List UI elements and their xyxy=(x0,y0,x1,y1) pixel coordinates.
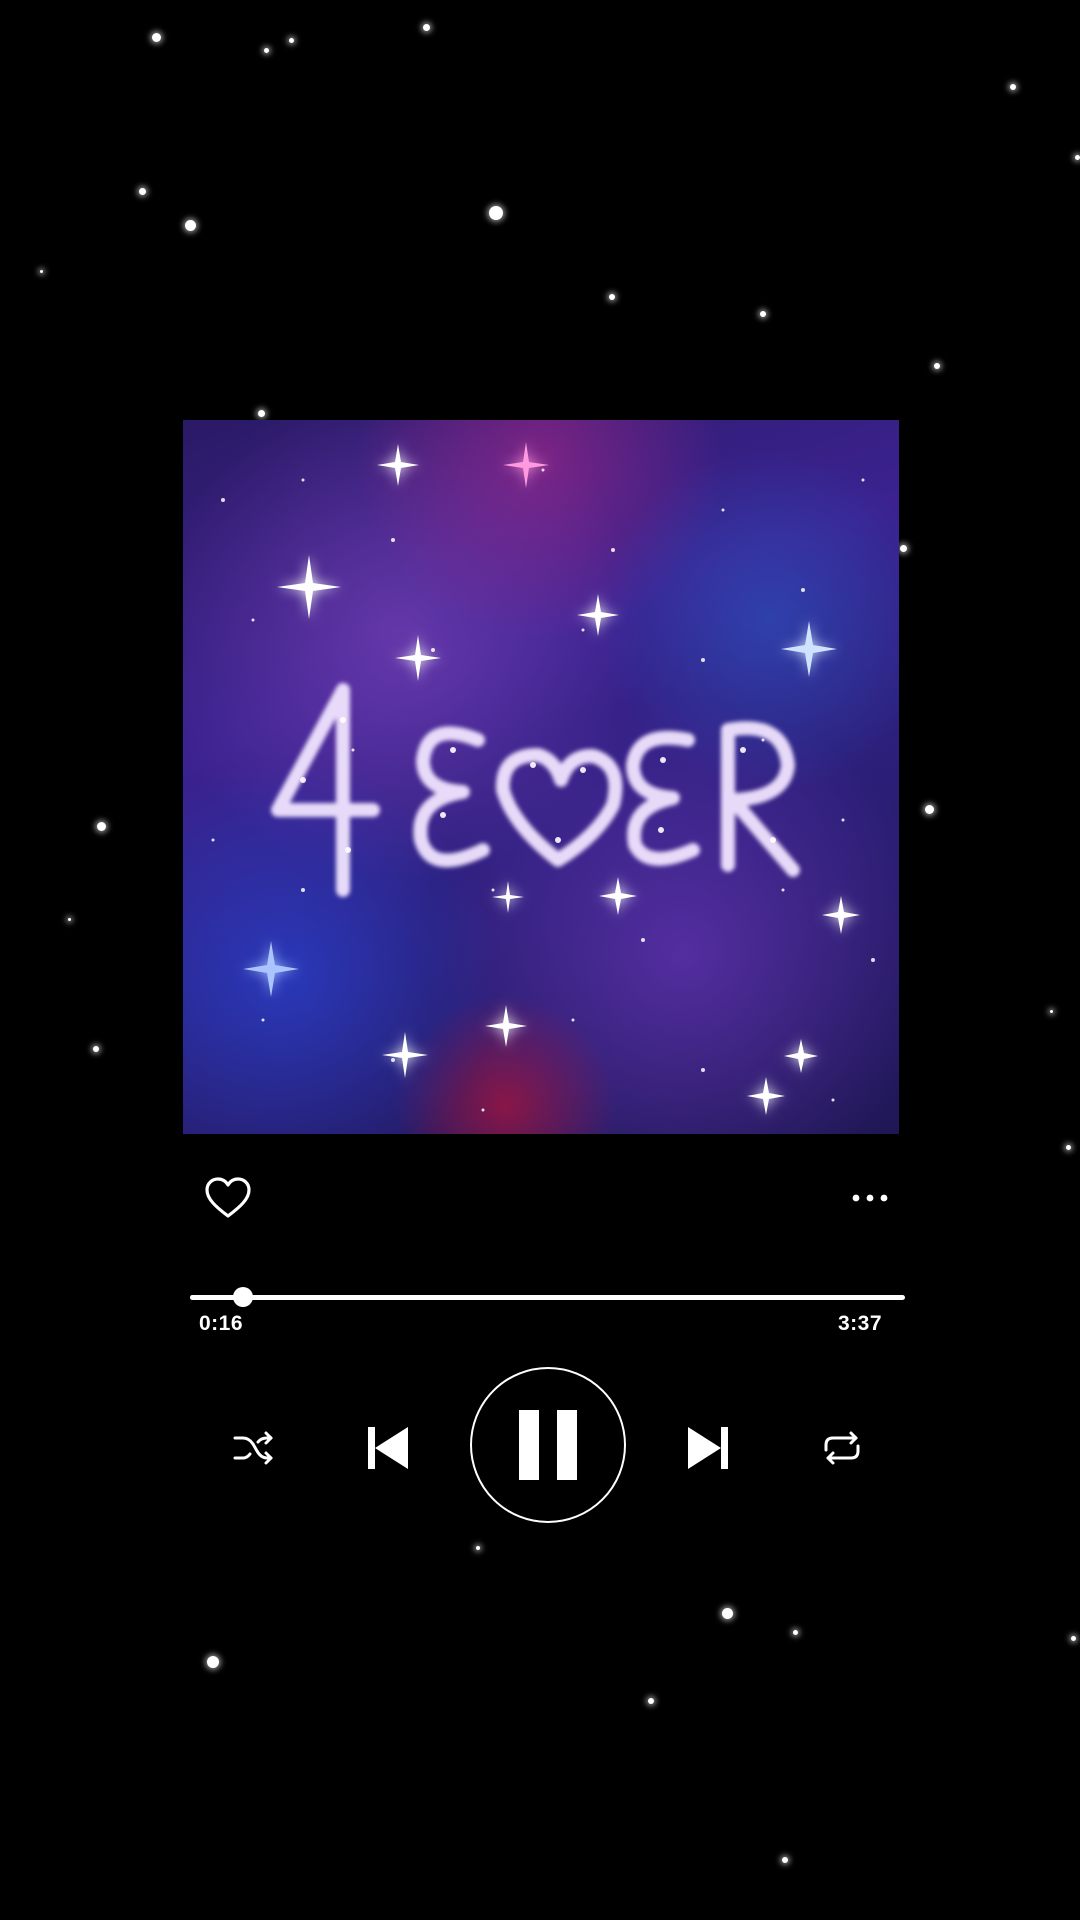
shuffle-icon xyxy=(233,1431,273,1465)
more-options-icon xyxy=(852,1194,888,1202)
previous-button[interactable] xyxy=(360,1420,416,1476)
skip-next-icon xyxy=(688,1427,728,1469)
progress-bar[interactable] xyxy=(190,1287,905,1307)
total-time: 3:37 xyxy=(838,1312,883,1335)
repeat-icon xyxy=(824,1431,860,1465)
album-art-graphic xyxy=(211,442,875,1115)
elapsed-time: 0:16 xyxy=(199,1312,244,1335)
next-button[interactable] xyxy=(680,1420,736,1476)
play-pause-button[interactable] xyxy=(470,1367,626,1523)
shuffle-button[interactable] xyxy=(228,1422,280,1474)
heart-outline-icon xyxy=(205,1177,251,1218)
pause-icon xyxy=(519,1410,577,1480)
skip-previous-icon xyxy=(368,1427,408,1469)
repeat-button[interactable] xyxy=(816,1422,868,1474)
more-options-button[interactable] xyxy=(846,1183,894,1213)
progress-knob[interactable] xyxy=(232,1287,253,1307)
album-art-text xyxy=(271,683,800,897)
like-button[interactable] xyxy=(200,1173,256,1223)
music-player-screen: 0:16 3:37 xyxy=(0,0,1080,1920)
album-art xyxy=(183,420,899,1134)
